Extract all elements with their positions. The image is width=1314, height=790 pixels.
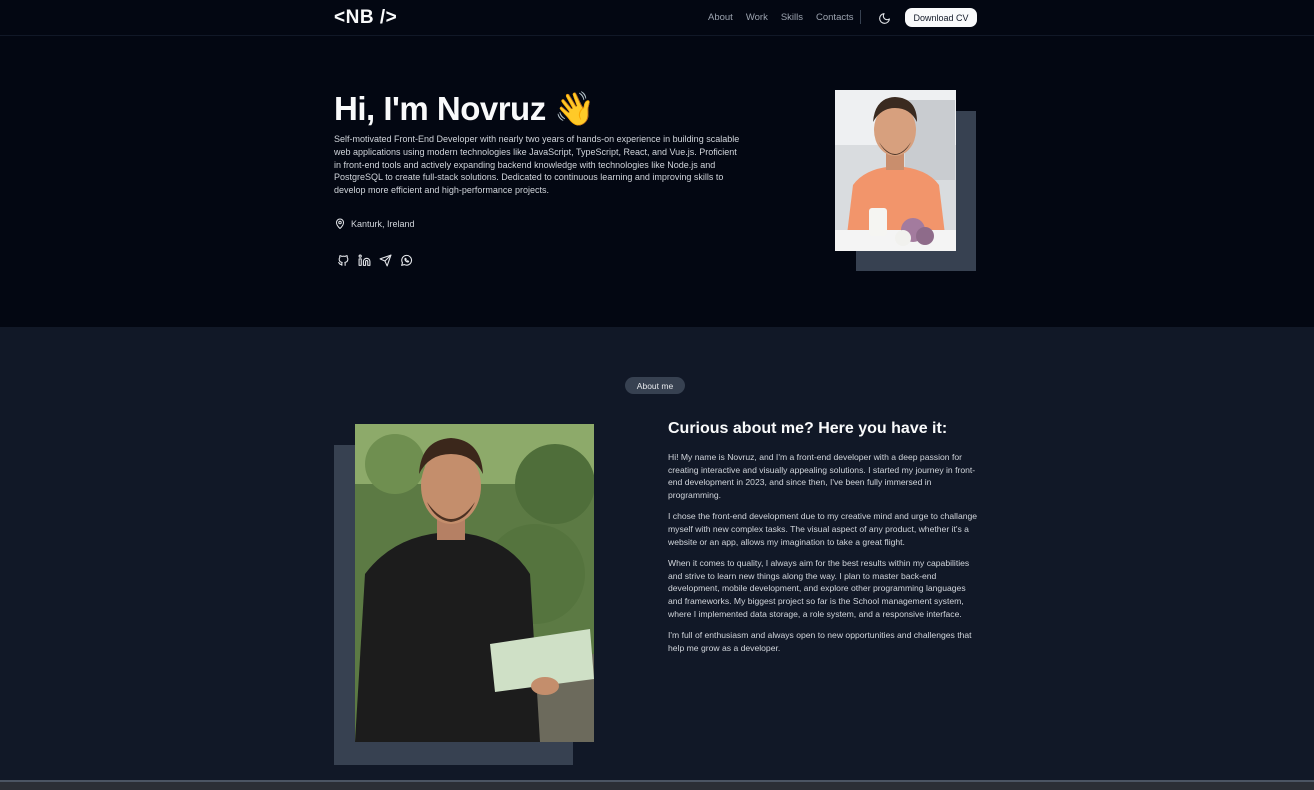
main-nav: About Work Skills Contacts [708, 12, 854, 23]
location-text: Kanturk, Ireland [351, 218, 415, 229]
hero-description: Self-motivated Front-End Developer with … [334, 134, 740, 196]
site-header: <NB /> About Work Skills Contacts Downlo… [0, 0, 1314, 36]
about-paragraph: When it comes to quality, I always aim f… [668, 557, 970, 619]
nav-divider [860, 10, 861, 24]
theme-toggle-button[interactable] [876, 10, 892, 26]
github-icon[interactable] [336, 253, 350, 267]
nav-link-work[interactable]: Work [746, 12, 768, 23]
window-bottom-bar [0, 780, 1314, 790]
linkedin-icon[interactable] [357, 253, 371, 267]
whatsapp-icon[interactable] [399, 253, 413, 267]
about-section: About me Curious about me? Here you have… [0, 327, 1314, 780]
site-logo[interactable]: <NB /> [334, 7, 397, 29]
about-portrait-photo [355, 424, 594, 742]
about-section-badge: About me [625, 377, 685, 394]
download-cv-button[interactable]: Download CV [905, 8, 977, 27]
social-links [336, 253, 413, 267]
telegram-icon[interactable] [378, 253, 392, 267]
nav-link-about[interactable]: About [708, 12, 733, 23]
nav-link-skills[interactable]: Skills [781, 12, 803, 23]
about-paragraph: I chose the front-end development due to… [668, 511, 978, 547]
about-paragraph: I'm full of enthusiasm and always open t… [668, 629, 972, 653]
about-text: Hi! My name is Novruz, and I'm a front-e… [668, 451, 978, 663]
map-pin-icon [336, 218, 344, 229]
about-paragraph: Hi! My name is Novruz, and I'm a front-e… [668, 452, 976, 501]
hero-section: Hi, I'm Novruz 👋 Self-motivated Front-En… [0, 36, 1314, 327]
hero-title: Hi, I'm Novruz 👋 [334, 90, 595, 127]
about-title: Curious about me? Here you have it: [668, 420, 948, 437]
location: Kanturk, Ireland [334, 217, 415, 230]
hero-portrait-photo [835, 90, 956, 251]
moon-icon [878, 12, 890, 24]
nav-link-contacts[interactable]: Contacts [816, 12, 854, 23]
